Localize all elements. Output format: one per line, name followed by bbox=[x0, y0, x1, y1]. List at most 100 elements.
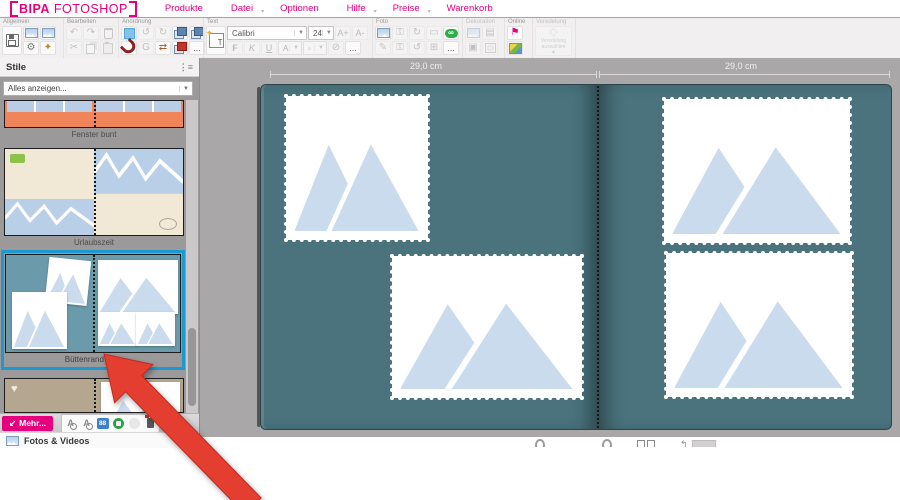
badge-88-icon: 88 bbox=[96, 417, 109, 429]
chevron-down-icon: ▼ bbox=[314, 45, 324, 51]
text-background-select[interactable]: ◦ ▼ bbox=[303, 41, 327, 55]
photo-placeholder-4[interactable] bbox=[664, 251, 854, 399]
rotate-right-icon: ↻ bbox=[158, 27, 168, 38]
style-filter-dropdown[interactable]: Alles anzeigen... ▼ bbox=[3, 81, 193, 96]
copy-button[interactable] bbox=[83, 41, 99, 55]
online-share-button[interactable]: ⚑ bbox=[507, 26, 523, 40]
veredelung-button[interactable]: ◇ Veredelung auswählen ▼ bbox=[535, 26, 572, 56]
image-export-icon bbox=[41, 28, 55, 38]
assistant-button[interactable]: ✦ bbox=[40, 41, 56, 55]
page-icon[interactable] bbox=[637, 440, 645, 447]
photos-icon bbox=[6, 435, 19, 446]
bold-button[interactable]: F bbox=[227, 41, 243, 55]
chevron-down-icon: ▼ bbox=[321, 30, 332, 36]
more-dots-icon: ... bbox=[349, 43, 357, 53]
online-map-button[interactable] bbox=[507, 41, 523, 55]
redo-icon: ↷ bbox=[86, 27, 96, 38]
redo-button[interactable]: ↷ bbox=[83, 26, 99, 40]
photo-placeholder-3[interactable] bbox=[662, 97, 852, 245]
underline-button[interactable]: U bbox=[261, 41, 277, 55]
menu-preise[interactable]: Preise bbox=[379, 3, 434, 14]
snap-button[interactable] bbox=[119, 37, 139, 57]
trash-icon bbox=[103, 27, 113, 39]
photobook-export-button[interactable] bbox=[40, 26, 56, 40]
italic-icon: K bbox=[248, 43, 255, 53]
page-turn-left-icon[interactable] bbox=[535, 439, 545, 447]
photo-lock-button[interactable]: ⚿ bbox=[392, 26, 408, 40]
app-logo: BIPA FOTOSHOP bbox=[10, 0, 137, 17]
foto-more-button[interactable]: ... bbox=[443, 41, 459, 55]
thumb-photo bbox=[98, 312, 138, 347]
rotate-left-button[interactable]: ↺ bbox=[138, 26, 154, 40]
crop-icon: ⊞ bbox=[429, 42, 439, 53]
photo-pano-button[interactable]: ▭ bbox=[426, 26, 442, 40]
rotate-left-icon: ↺ bbox=[141, 27, 151, 38]
rotate-free-button[interactable]: G bbox=[138, 41, 154, 55]
menu-warenkorb[interactable]: Warenkorb bbox=[433, 3, 507, 14]
green-circle-icon bbox=[113, 417, 125, 429]
photo-placeholder-1[interactable] bbox=[284, 94, 430, 242]
deco-image-button[interactable] bbox=[465, 26, 481, 40]
style-item-urlaubszeit[interactable]: Urlaubszeit bbox=[4, 148, 184, 247]
photobook-protect-button[interactable] bbox=[23, 26, 39, 40]
font-family-select[interactable]: Calibri ▼ bbox=[227, 26, 307, 40]
insert-text-button[interactable]: T bbox=[206, 26, 226, 55]
panel-menu-icon[interactable]: ⋮≡ bbox=[179, 62, 193, 73]
undo-button[interactable]: ↶ bbox=[66, 26, 82, 40]
apply-style-button[interactable] bbox=[111, 416, 126, 431]
disabled-tool-button[interactable] bbox=[127, 416, 142, 431]
deco-clipart-button[interactable]: ▣ bbox=[465, 41, 481, 55]
scrollbar-thumb[interactable] bbox=[188, 328, 196, 406]
autolayout-button-2[interactable]: A bbox=[79, 416, 94, 431]
mask-icon: ▤ bbox=[485, 27, 495, 38]
paste-button[interactable] bbox=[100, 41, 116, 55]
deco-frame-button[interactable] bbox=[482, 41, 498, 55]
group-label: Foto bbox=[376, 19, 389, 25]
style-item-partial[interactable]: ♥ bbox=[4, 378, 184, 413]
deco-mask-button[interactable]: ▤ bbox=[482, 26, 498, 40]
clear-format-button[interactable]: ⊘ bbox=[328, 41, 344, 55]
style-item-fenster-bunt[interactable]: Fenster bunt bbox=[4, 100, 184, 139]
text-more-button[interactable]: ... bbox=[345, 41, 361, 55]
menu-datei[interactable]: Datei bbox=[217, 3, 267, 14]
remove-layer-button[interactable] bbox=[172, 41, 188, 55]
style-list: Fenster bunt Urlaubszeit Büttenrand blau… bbox=[0, 100, 187, 413]
save-button[interactable] bbox=[2, 26, 22, 55]
font-size-select[interactable]: 24 ▼ bbox=[308, 26, 334, 40]
photo-reset-button[interactable]: ↺ bbox=[409, 41, 425, 55]
photo-autofill-button[interactable]: ∞ bbox=[443, 26, 459, 40]
page-turn-right-icon[interactable] bbox=[602, 439, 612, 447]
font-size-up-button[interactable]: A+ bbox=[335, 26, 351, 40]
gear-icon: ⚙ bbox=[26, 42, 36, 53]
cut-button[interactable]: ✂ bbox=[66, 41, 82, 55]
autolayout-button-1[interactable]: A bbox=[63, 416, 78, 431]
bring-forward-button[interactable] bbox=[172, 26, 188, 40]
menu-produkte[interactable]: Produkte bbox=[151, 3, 217, 14]
insert-photo-button[interactable] bbox=[375, 26, 391, 40]
font-size-down-button[interactable]: A- bbox=[352, 26, 368, 40]
photo-placeholder-2[interactable] bbox=[390, 254, 584, 400]
clear-style-button[interactable] bbox=[143, 415, 158, 431]
style-item-buettenrand-blau-selected[interactable]: Büttenrand blau bbox=[1, 250, 185, 370]
photo-crop-button[interactable]: ⊞ bbox=[426, 41, 442, 55]
arrow-icon[interactable]: ↰ bbox=[680, 439, 688, 447]
more-styles-button[interactable]: ↙ Mehr... bbox=[2, 415, 54, 431]
numbering-button[interactable]: 88 bbox=[95, 416, 110, 431]
photo-rotate-button[interactable]: ↻ bbox=[409, 26, 425, 40]
italic-button[interactable]: K bbox=[244, 41, 260, 55]
page-icon[interactable] bbox=[647, 440, 655, 447]
photo-edit-button[interactable]: ✎ bbox=[375, 41, 391, 55]
sidebar-scrollbar[interactable] bbox=[186, 100, 198, 413]
delete-button[interactable] bbox=[100, 26, 116, 40]
font-increase-icon: A+ bbox=[337, 28, 349, 38]
photo-unlock-button[interactable]: ⚿ bbox=[392, 41, 408, 55]
rotate-right-button[interactable]: ↻ bbox=[155, 26, 171, 40]
text-color-select[interactable]: A ▼ bbox=[278, 41, 302, 55]
menu-optionen[interactable]: Optionen bbox=[266, 3, 333, 14]
settings-button[interactable]: ⚙ bbox=[23, 41, 39, 55]
fotos-videos-section[interactable]: Fotos & Videos bbox=[0, 432, 199, 448]
flip-button[interactable]: ⇄ bbox=[155, 41, 171, 55]
style-filter-value: Alles anzeigen... bbox=[8, 84, 67, 93]
menu-hilfe[interactable]: Hilfe bbox=[333, 3, 380, 14]
style-thumbnail: ♥ bbox=[4, 378, 184, 413]
